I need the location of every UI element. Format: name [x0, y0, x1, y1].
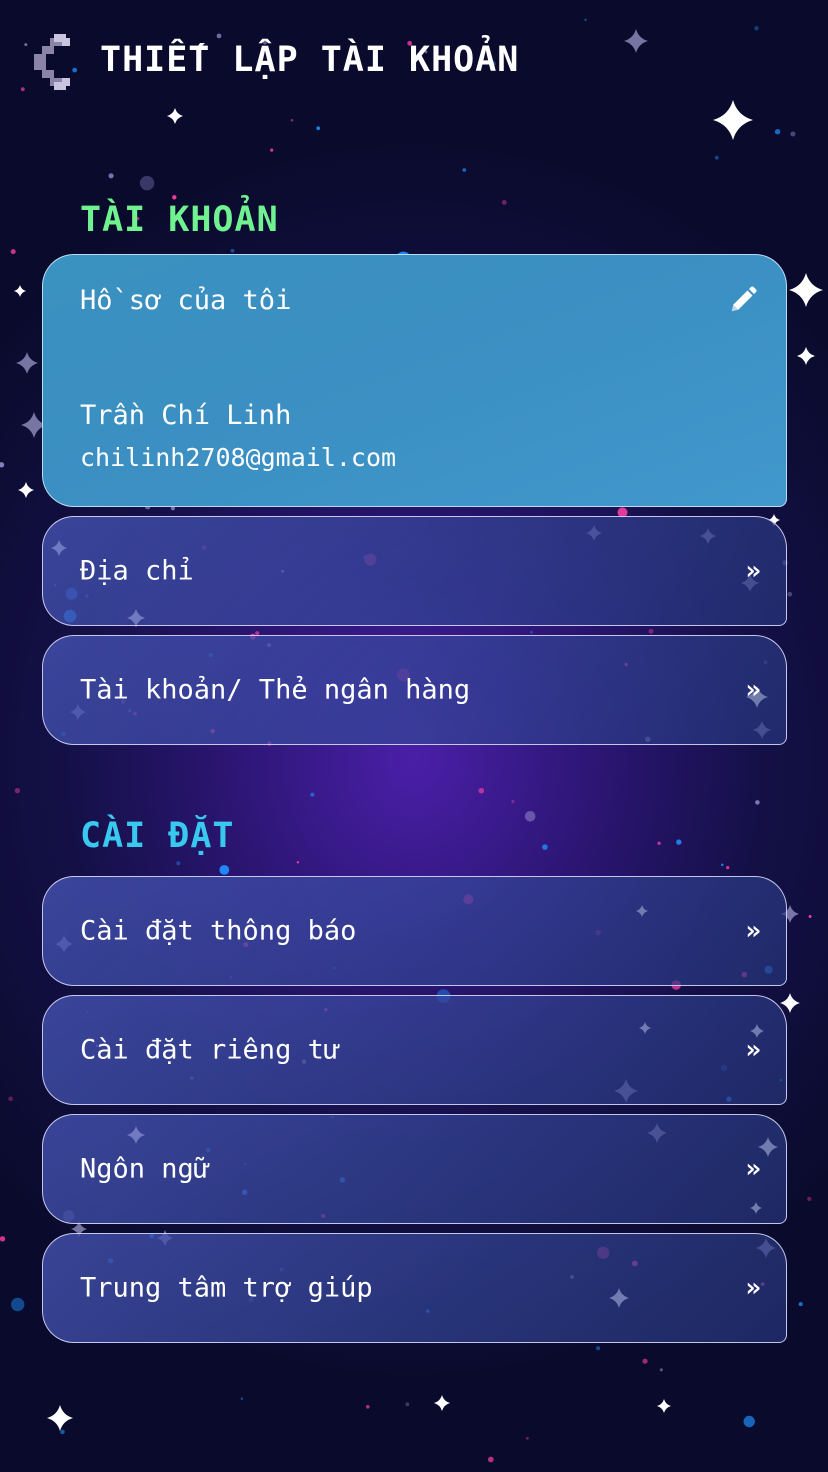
star-dot: [525, 1436, 529, 1440]
sparkle-star: [797, 347, 815, 365]
chevron-right-double-icon: »: [745, 916, 761, 946]
profile-email: chilinh2708@gmail.com: [80, 443, 397, 472]
page-title: THIẾT LẬP TÀI KHOẢN: [100, 40, 520, 80]
star-dot: [108, 173, 114, 179]
star-dot: [715, 155, 719, 160]
star-dot: [14, 787, 21, 794]
chevron-left-icon: [34, 34, 70, 90]
sparkle-star: [14, 285, 26, 297]
star-dot: [524, 811, 536, 822]
chevron-right-double-icon: »: [745, 1273, 761, 1303]
sparkle-star: [780, 993, 800, 1013]
star-dot: [530, 630, 533, 634]
star-dot: [755, 800, 760, 805]
star-dot: [542, 844, 548, 850]
sparkle-star: [789, 273, 823, 307]
star-dot: [462, 168, 467, 172]
star-dot: [808, 915, 812, 918]
star-dot: [8, 1096, 13, 1102]
star-dot: [240, 1397, 244, 1400]
star-dot: [60, 1429, 65, 1435]
star-dot: [676, 839, 682, 845]
star-dot: [774, 129, 781, 135]
star-dot: [790, 131, 796, 137]
star-dot: [310, 792, 315, 797]
help-center-label: Trung tâm trợ giúp: [80, 1272, 373, 1304]
star-dot: [798, 1302, 803, 1307]
star-dot: [501, 200, 507, 205]
star-dot: [296, 861, 300, 864]
star-dot: [11, 1297, 25, 1312]
bank-account-row[interactable]: Tài khoản/ Thẻ ngân hàng »: [42, 635, 787, 745]
help-center-row[interactable]: Trung tâm trợ giúp »: [42, 1233, 787, 1343]
star-dot: [405, 1402, 410, 1407]
star-dot: [270, 148, 274, 152]
star-dot: [721, 863, 724, 867]
star-dot: [172, 195, 177, 200]
star-dot: [10, 249, 16, 255]
privacy-settings-label: Cài đặt riêng tư: [80, 1034, 341, 1066]
sparkle-star: [16, 352, 38, 374]
star-dot: [648, 628, 654, 634]
edit-profile-button[interactable]: [728, 285, 758, 315]
star-dot: [642, 1358, 648, 1364]
star-dot: [726, 866, 730, 870]
star-dot: [0, 462, 5, 468]
sparkle-star: [657, 1399, 671, 1413]
profile-card[interactable]: Hồ sơ của tôi Trần Chí Linh chilinh2708@…: [42, 254, 787, 507]
star-dot: [743, 1415, 755, 1428]
star-dot: [659, 1368, 663, 1372]
star-dot: [657, 841, 661, 845]
star-dot: [139, 175, 155, 191]
sparkle-star: [434, 1395, 450, 1411]
chevron-right-double-icon: »: [745, 1154, 761, 1184]
privacy-settings-row[interactable]: Cài đặt riêng tư »: [42, 995, 787, 1105]
star-dot: [219, 865, 230, 875]
language-row[interactable]: Ngôn ngữ »: [42, 1114, 787, 1224]
back-button[interactable]: [30, 34, 74, 94]
star-dot: [0, 1236, 6, 1242]
pencil-icon: [731, 286, 757, 312]
chevron-right-double-icon: »: [745, 556, 761, 586]
bank-account-label: Tài khoản/ Thẻ ngân hàng: [80, 674, 471, 706]
star-dot: [478, 787, 485, 794]
language-label: Ngôn ngữ: [80, 1153, 211, 1185]
chevron-right-double-icon: »: [745, 1035, 761, 1065]
section-title-account: TÀI KHOẢN: [80, 200, 279, 240]
star-dot: [176, 861, 181, 866]
star-dot: [787, 591, 793, 597]
sparkle-star: [47, 1405, 73, 1431]
chevron-right-double-icon: »: [745, 675, 761, 705]
star-dot: [230, 248, 235, 253]
header: THIẾT LẬP TÀI KHOẢN: [0, 0, 828, 120]
address-row[interactable]: Địa chỉ »: [42, 516, 787, 626]
sparkle-star: [18, 482, 34, 498]
notification-settings-label: Cài đặt thông báo: [80, 915, 357, 947]
star-dot: [511, 799, 515, 804]
section-title-settings: CÀI ĐẶT: [80, 816, 235, 856]
star-dot: [807, 1196, 812, 1201]
notification-settings-row[interactable]: Cài đặt thông báo »: [42, 876, 787, 986]
star-dot: [316, 126, 321, 130]
star-dot: [487, 1456, 494, 1463]
profile-name: Trần Chí Linh: [80, 400, 292, 431]
profile-card-title: Hồ sơ của tôi: [80, 285, 292, 316]
star-dot: [596, 1346, 601, 1351]
address-label: Địa chỉ: [80, 555, 194, 587]
star-dot: [366, 1405, 370, 1409]
